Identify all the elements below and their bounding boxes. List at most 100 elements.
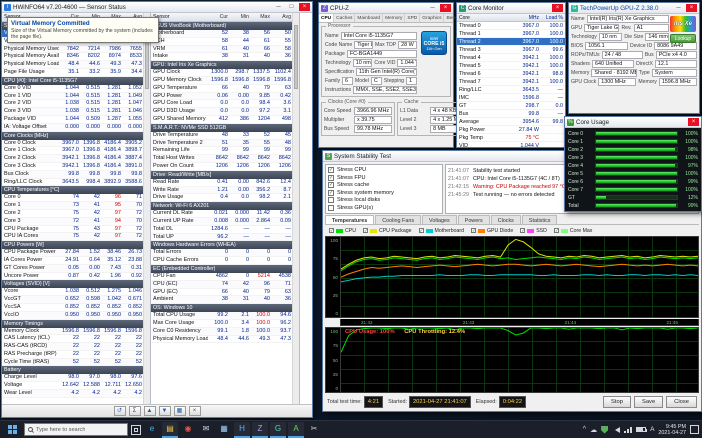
reset-min-max-button[interactable]: ↺ (113, 406, 126, 416)
core-usage-title-bar[interactable]: % Core Usage × (565, 117, 701, 128)
stability-tab-powers[interactable]: Powers (457, 215, 490, 224)
sensor-row[interactable]: CPU (EC) 74 42 96 71 (151, 280, 292, 289)
sensor-row[interactable]: Core 2 75 42 97 72 (2, 209, 143, 218)
sensor-row[interactable]: VccSA 0.852 0.852 0.852 0.852 (2, 303, 143, 312)
sensor-row[interactable]: Drive Temperature 2 51 35 55 48 (151, 139, 292, 148)
sensor-row[interactable]: Voltage 12.642 12.588 12.711 12.650 (2, 382, 143, 391)
sensor-row[interactable]: Uncore Power 0.87 0.42 1.96 0.92 (2, 272, 143, 281)
volume-icon[interactable] (612, 426, 621, 433)
stability-tab-temperatures[interactable]: Temperatures (325, 215, 375, 224)
mail-taskbar-icon[interactable]: ✉ (198, 422, 214, 438)
scrollbar-left[interactable] (143, 13, 150, 404)
core-monitor-row[interactable]: Average 3954.6 99.8 (457, 118, 565, 126)
stress-option-stress-system-memory[interactable]: ✓ Stress system memory (328, 189, 440, 196)
sensor-row[interactable]: CPU Package Power 27.84 1.52 38.46 26.73 (2, 249, 143, 257)
sensor-row[interactable]: Physical Memory Load 48.4 44.6 49.3 47.3 (2, 61, 143, 69)
stress-option-stress-gpu-s[interactable]: Stress GPU(s) (328, 204, 440, 211)
sensor-row[interactable]: Core 3 72 41 94 70 (2, 217, 143, 226)
core-monitor-row[interactable]: VID 1.044 V (457, 142, 565, 147)
cpuz-tab-caches[interactable]: Caches (334, 14, 356, 22)
sensor-row[interactable]: Core 1 Clock 3967.0 1396.8 4186.4 3898.7 (2, 147, 143, 156)
sensor-row[interactable]: CPU IA Cores 75 42 97 72 (2, 233, 143, 242)
sensor-row[interactable]: Ring/LLC Clock 3643.5 998.4 3892.9 3588.6 (2, 178, 143, 187)
core-monitor-row[interactable]: GT 298.7 0.0 (457, 102, 565, 110)
stop-button[interactable]: Stop (603, 395, 631, 408)
battery-icon[interactable] (636, 427, 648, 432)
sensor-row[interactable]: Read Rate 0.41 0.00 842.6 12.4 (151, 178, 292, 187)
sensor-row[interactable]: IA: Voltage Offset 0.000 0.000 0.000 0.000 (2, 123, 143, 132)
stress-option-stress-cache[interactable]: ✓ Stress cache (328, 182, 440, 189)
tray-expand-icon[interactable]: ^ (583, 426, 586, 434)
sensor-row[interactable]: Total CPU Usage 99.2 2.1 100.0 94.6 (151, 312, 292, 320)
sensor-row[interactable]: Drive Temperature 48 33 52 45 (151, 131, 292, 140)
minimize-button[interactable]: ─ (273, 3, 284, 11)
move-up-button[interactable]: ▲ (143, 406, 156, 416)
core-monitor-row[interactable]: Thread 3 3967.0 99.6 (457, 46, 565, 54)
cpuz-tab-mainboard[interactable]: Mainboard (355, 14, 384, 22)
gpuz-title-bar[interactable]: G TechPowerUp GPU-Z 2.38.0 ─ × (569, 3, 699, 14)
sensor-row[interactable]: Total Errors 0 0 0 0 (151, 249, 292, 258)
sensor-row[interactable]: Power On Count 1206 1206 1206 1206 (151, 162, 292, 171)
core-monitor-row[interactable]: Ring/LLC 3643.5 — (457, 86, 565, 94)
start-button[interactable] (3, 422, 21, 438)
scrollbar-thumb[interactable] (294, 25, 298, 89)
core-monitor-row[interactable]: Thread 5 3942.1 100.0 (457, 62, 565, 70)
sensor-row[interactable]: VRM 61 40 66 58 (151, 45, 292, 54)
close-button[interactable]: × (686, 4, 697, 12)
stability-tab-clocks[interactable]: Clocks (490, 215, 521, 224)
column-header-max[interactable]: Max (250, 13, 271, 21)
sensor-row[interactable]: Core C0 Residency 99.1 1.8 100.0 93.7 (151, 327, 292, 336)
sensor-row[interactable]: Total UP 96.2 — — — (151, 233, 292, 242)
sensor-row[interactable]: Motherboard 52 38 56 50 (151, 30, 292, 38)
sensor-row[interactable]: CAS Latency (tCL) 22 22 22 22 (2, 335, 143, 344)
sensor-row[interactable]: RAS-CAS (tRCD) 22 22 22 22 (2, 343, 143, 351)
sensor-row[interactable]: Bus Clock 99.8 99.8 99.8 99.8 (2, 170, 143, 179)
core-monitor-row[interactable]: Thread 6 3942.1 98.8 (457, 70, 565, 78)
sensor-row[interactable]: Write Rate 1.21 0.00 356.2 8.7 (151, 186, 292, 195)
sensor-row[interactable]: Page File Usage 35.1 33.2 35.9 34.4 (2, 68, 143, 77)
sensor-row[interactable]: Current UP Rate 0.008 0.000 2.864 0.09 (151, 217, 292, 226)
close-button[interactable]: × (299, 3, 310, 11)
sensor-row[interactable]: RAS Precharge (tRP) 22 22 22 22 (2, 350, 143, 359)
cpuz-tab-memory[interactable]: Memory (383, 14, 406, 22)
minimize-button[interactable]: ─ (673, 4, 684, 12)
sensor-row[interactable]: VccIO 0.950 0.950 0.950 0.950 (2, 311, 143, 320)
sensor-row[interactable]: IA Cores Power 24.91 0.64 35.12 23.88 (2, 256, 143, 265)
edge-taskbar-icon[interactable]: e (144, 422, 160, 438)
sensor-row[interactable]: Core 1 73 41 95 70 (2, 202, 143, 210)
sensor-row[interactable]: Physical Memory Load 48.4 44.6 49.3 47.3 (151, 335, 292, 344)
legend-item-cpu[interactable]: ✓ CPU (329, 228, 356, 234)
sensor-row[interactable]: CPU Fan 4862 0 5214 4538 (151, 272, 292, 281)
legend-item-ssd[interactable]: ✓ SSD (520, 228, 547, 234)
action-center-icon[interactable] (690, 425, 699, 434)
sensor-row[interactable]: Wear Level 4.2 4.2 4.2 4.2 (2, 390, 143, 398)
core-monitor-row[interactable]: Pkg Power 27.84 W (457, 126, 565, 134)
sensor-row[interactable]: GPU Temperature 66 40 79 63 (151, 84, 292, 93)
move-down-button[interactable]: ▼ (158, 406, 171, 416)
sensor-row[interactable]: Core 0 74 42 96 71 (2, 194, 143, 203)
sensor-row[interactable]: Core 2 Clock 3942.1 1396.8 4186.4 3887.4 (2, 155, 143, 163)
cpuz-title-bar[interactable]: Z CPU-Z ─ × (319, 3, 453, 14)
security-shield-icon[interactable] (601, 425, 609, 434)
aida64-taskbar-icon[interactable]: A (288, 421, 304, 438)
file-explorer-taskbar-icon[interactable]: ▤ (162, 421, 178, 438)
stress-option-stress-cpu[interactable]: ✓ Stress CPU (328, 167, 440, 173)
sensor-row[interactable]: Intake 38 31 40 36 (151, 53, 292, 62)
sensor-row[interactable]: Package VID 1.044 0.509 1.287 1.055 (2, 115, 143, 124)
sensor-row[interactable]: CPU Cache Errors 0 0 0 0 (151, 257, 292, 265)
sensor-row[interactable]: Cycle Time (tRAS) 52 52 52 52 (2, 358, 143, 367)
sensor-row[interactable]: GPU Power 0.06 0.00 9.85 0.42 (151, 92, 292, 101)
column-header-sensor[interactable]: Sensor (151, 13, 208, 21)
cpuz-tab-graphics[interactable]: Graphics (420, 14, 445, 22)
legend-item-core-max[interactable]: ✓ Core Max (553, 228, 592, 234)
gpu-z-taskbar-icon[interactable]: G (270, 421, 286, 438)
scrollbar-right[interactable] (292, 13, 299, 404)
sensor-row[interactable]: GPU Core Load 0.0 0.0 98.4 3.6 (151, 100, 292, 109)
sensor-row[interactable]: Current DL Rate 0.021 0.000 11.42 0.36 (151, 210, 292, 218)
taskbar-search-input[interactable]: Type here to search (24, 423, 128, 436)
column-header-avg[interactable]: Avg (271, 13, 292, 21)
core-monitor-row[interactable]: Pkg Temp 75 °C (457, 134, 565, 142)
sensor-row[interactable]: Total DL 1284.6 — — — (151, 225, 292, 234)
sensor-row[interactable]: Charge Level 98.0 97.0 98.0 97.6 (2, 374, 143, 383)
sensor-row[interactable]: GT Cores Power 0.05 0.00 7.43 0.31 (2, 264, 143, 273)
